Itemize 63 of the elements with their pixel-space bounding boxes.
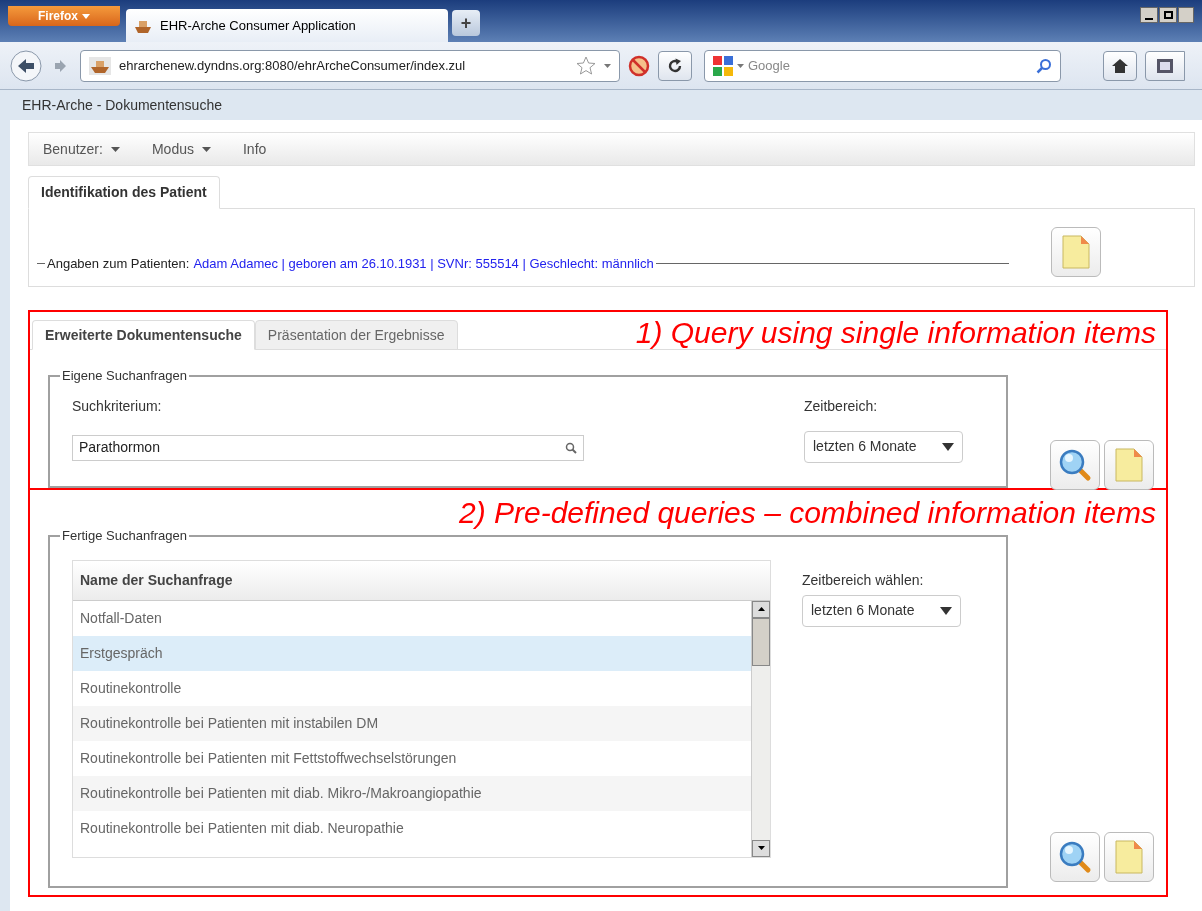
bookmarks-icon [1156, 57, 1174, 74]
menu-item[interactable]: Modus [151, 138, 211, 160]
search-icon [565, 441, 577, 454]
home-button[interactable] [1103, 50, 1137, 81]
list-row[interactable]: Erstgespräch [73, 635, 751, 671]
reload-button[interactable] [658, 50, 692, 81]
caret-icon [110, 146, 120, 152]
patient-info: Adam Adamec | geboren am 26.10.1931 | SVNr: 555514 | Geschlecht: männlich [193, 255, 655, 273]
close-button[interactable] [1178, 7, 1194, 23]
patient-info-label: Angaben zum Patienten: [46, 255, 191, 273]
group-legend: Fertige Suchanfragen [60, 526, 190, 546]
search-placeholder: Google [748, 56, 791, 75]
group-legend: Eigene Suchanfragen [60, 366, 190, 386]
list-row[interactable]: Routinekontrolle bei Patienten mit instabilen DM [73, 705, 751, 741]
search-button[interactable] [1050, 832, 1100, 882]
time-range-dropdown[interactable]: letzten 6 Monate [802, 594, 961, 627]
new-tab-button[interactable]: + [452, 10, 480, 36]
scrollbar-thumb[interactable] [752, 617, 770, 666]
document-icon [1114, 839, 1144, 875]
minimize-button[interactable] [1140, 7, 1158, 23]
ark-icon [89, 56, 111, 75]
dropdown-arrow-icon[interactable] [604, 63, 611, 68]
menu-item[interactable]: Info [242, 138, 267, 160]
annotation: 2) Pre-defined queries – combined information items [458, 495, 1156, 531]
tab[interactable]: Identifikation des Patient [28, 176, 220, 209]
list-row[interactable]: Routinekontrolle bei Patienten mit diab. Mikro-/Makroangiopathie [73, 775, 751, 811]
search-icon[interactable] [1036, 57, 1052, 74]
scrollbar[interactable] [751, 600, 770, 857]
search-button[interactable] [1050, 440, 1100, 490]
home-icon [1111, 57, 1129, 74]
menu-item[interactable]: Benutzer: [43, 138, 120, 160]
browser-tab[interactable]: EHR-Arche Consumer Application [126, 9, 448, 42]
scroll-down-icon [757, 846, 765, 850]
search-icon [1058, 448, 1092, 482]
document-icon [1061, 234, 1091, 270]
search-field[interactable]: Google [704, 49, 1061, 82]
time-range-label: Zeitbereich: [804, 396, 879, 416]
search-icon [1058, 840, 1092, 874]
tab[interactable]: Präsentation der Ergebnisse [254, 320, 458, 350]
url-text: ehrarchenew.dyndns.org:8080/ehrArcheConsumer/index.zul [119, 56, 467, 75]
document-button[interactable] [1104, 440, 1154, 490]
criterion-label: Suchkriterium: [72, 396, 163, 416]
reload-icon [667, 57, 683, 74]
time-range-dropdown[interactable]: letzten 6 Monate [804, 430, 963, 463]
tab[interactable]: Erweiterte Dokumentensuche [32, 320, 255, 350]
dropdown-arrow-icon [942, 442, 954, 451]
annotation: 1) Query using single information items [635, 315, 1156, 351]
block-icon[interactable] [628, 54, 650, 77]
restore-button[interactable] [1159, 7, 1177, 23]
tab-title: EHR-Arche Consumer Application [160, 16, 356, 35]
bookmarks-button[interactable] [1145, 50, 1185, 81]
google-icon [713, 55, 733, 76]
star-icon[interactable] [576, 55, 596, 76]
scroll-up-icon [757, 607, 765, 611]
document-icon [1114, 447, 1144, 483]
caret-icon [201, 146, 211, 152]
address-bar[interactable]: ehrarchenew.dyndns.org:8080/ehrArcheConsumer/index.zul [80, 49, 620, 82]
dropdown-arrow-icon [737, 63, 744, 68]
dropdown-arrow-icon [940, 606, 952, 615]
criterion-input[interactable]: Parathormon [72, 434, 584, 461]
caret-icon [82, 13, 90, 19]
time-range-label: Zeitbereich wählen: [802, 570, 925, 590]
app-title: EHR-Arche - Dokumentensuche [21, 95, 223, 115]
